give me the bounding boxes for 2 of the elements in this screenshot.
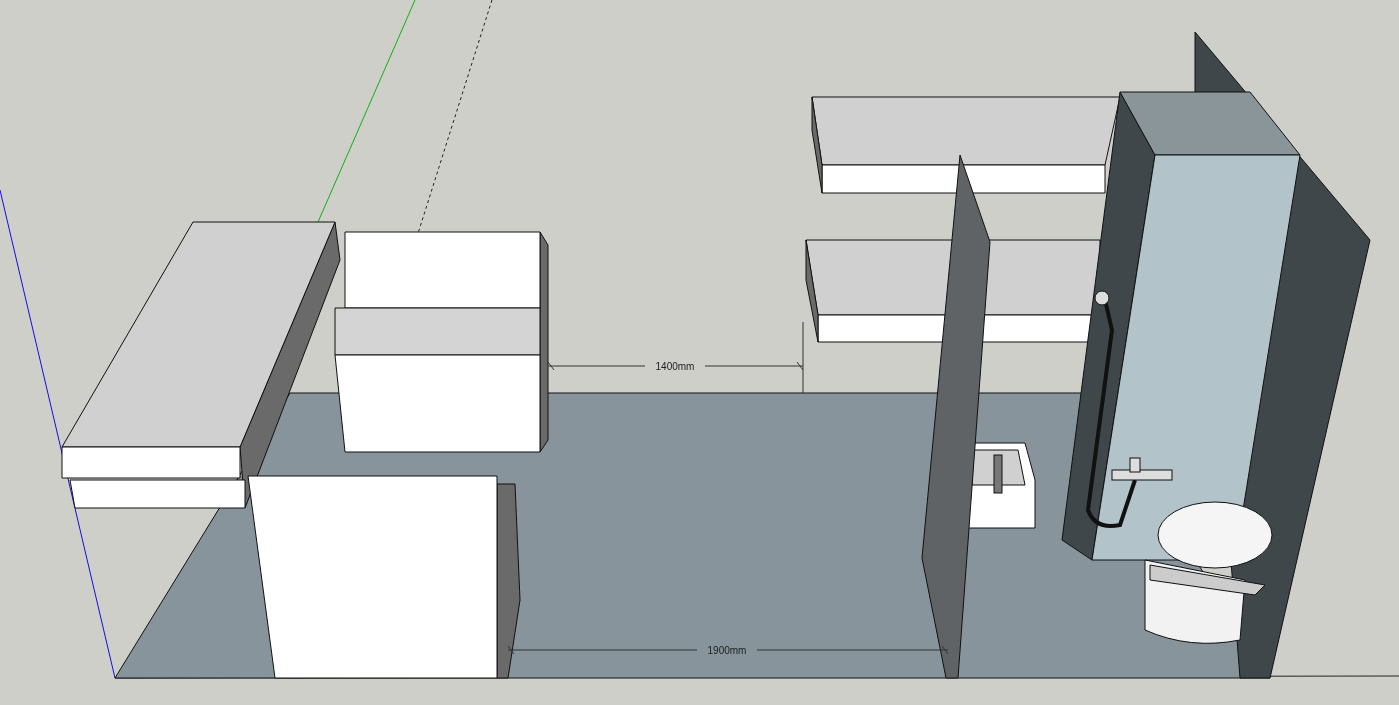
dimension-label: 1900mm bbox=[707, 645, 747, 656]
dimension-label: 1400mm bbox=[655, 361, 695, 372]
